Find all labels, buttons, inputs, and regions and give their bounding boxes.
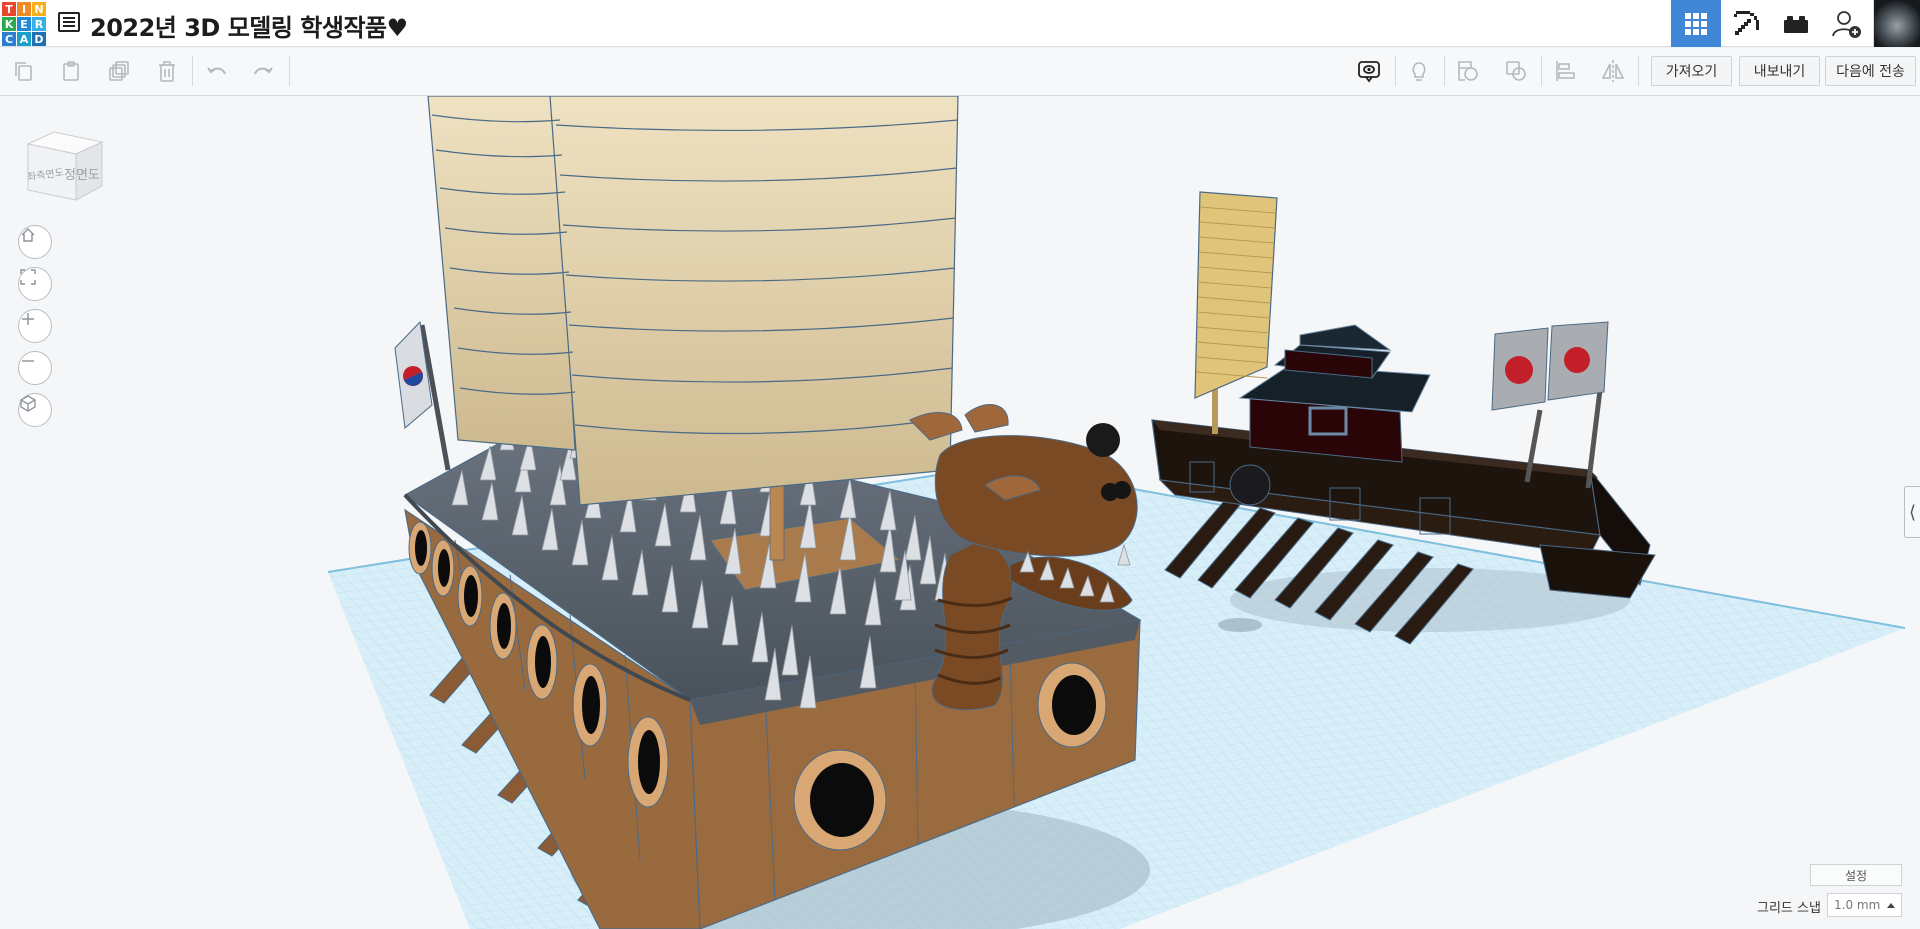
logo-letter: A bbox=[17, 32, 31, 46]
logo-letter: C bbox=[2, 32, 16, 46]
light-bulb-icon[interactable] bbox=[1396, 48, 1442, 94]
toolbar-divider bbox=[1638, 56, 1639, 86]
undo-icon[interactable] bbox=[194, 48, 240, 94]
view-cube[interactable]: 좌측면도 정면도 bbox=[22, 128, 104, 208]
brick-icon[interactable] bbox=[1771, 0, 1821, 47]
design-title[interactable]: 2022년 3D 모델링 학생작품♥ bbox=[90, 8, 408, 43]
tinkercad-logo[interactable]: T I N K E R C A D bbox=[2, 2, 46, 46]
viewcube-front-face[interactable]: 정면도 bbox=[64, 164, 100, 183]
panel-collapse-chevron-icon[interactable]: ⟨ bbox=[1904, 486, 1920, 538]
grid-view-icon[interactable] bbox=[1671, 0, 1721, 47]
align-icon[interactable] bbox=[1542, 48, 1588, 94]
redo-icon[interactable] bbox=[240, 48, 286, 94]
solid-shape-icon[interactable] bbox=[1445, 48, 1491, 94]
send-to-button[interactable]: 다음에 전송 bbox=[1825, 56, 1916, 86]
avatar[interactable] bbox=[1873, 0, 1920, 47]
export-button[interactable]: 내보내기 bbox=[1739, 56, 1820, 86]
zoom-out-icon[interactable] bbox=[18, 351, 52, 385]
logo-letter: N bbox=[32, 2, 46, 16]
grid-snap-select[interactable]: 1.0 mm bbox=[1827, 893, 1902, 917]
paste-icon[interactable] bbox=[48, 48, 94, 94]
logo-letter: I bbox=[17, 2, 31, 16]
ship-shadow bbox=[1218, 618, 1262, 632]
caret-up-icon bbox=[1887, 903, 1895, 908]
design-list-icon[interactable] bbox=[58, 12, 80, 32]
zoom-in-icon[interactable] bbox=[18, 309, 52, 343]
copy-icon[interactable] bbox=[0, 48, 46, 94]
ship-sails bbox=[427, 96, 959, 506]
delete-icon[interactable] bbox=[144, 48, 190, 94]
toolbar-divider bbox=[289, 56, 290, 86]
workplane-viewport[interactable]: 좌측면도 정면도 ⟨ 설정 그리드 스냅 1.0 mm bbox=[0, 96, 1920, 929]
group-icon[interactable] bbox=[1493, 48, 1539, 94]
logo-letter: E bbox=[17, 17, 31, 31]
scene-3d[interactable] bbox=[0, 96, 1920, 929]
settings-button[interactable]: 설정 bbox=[1810, 864, 1902, 886]
add-user-icon[interactable] bbox=[1821, 0, 1871, 47]
home-icon[interactable] bbox=[18, 225, 52, 259]
import-button[interactable]: 가져오기 bbox=[1651, 56, 1732, 86]
grid-snap-label: 그리드 스냅 bbox=[1757, 901, 1821, 916]
logo-letter: R bbox=[32, 17, 46, 31]
duplicate-icon[interactable] bbox=[96, 48, 142, 94]
logo-letter: K bbox=[2, 17, 16, 31]
toolbar-divider bbox=[192, 56, 193, 86]
pickaxe-icon[interactable] bbox=[1721, 0, 1771, 47]
fit-view-icon[interactable] bbox=[18, 267, 52, 301]
ortho-view-icon[interactable] bbox=[18, 393, 52, 427]
grid-snap-value: 1.0 mm bbox=[1834, 898, 1881, 912]
tinkercad-editor: T I N K E R C A D 2022년 3D 모델링 학생작품♥ 가져오… bbox=[0, 0, 1920, 929]
edit-toolbar: 가져오기 내보내기 다음에 전송 bbox=[0, 48, 1920, 96]
mirror-icon[interactable] bbox=[1590, 48, 1636, 94]
top-bar: T I N K E R C A D 2022년 3D 모델링 학생작품♥ bbox=[0, 0, 1920, 47]
notes-icon[interactable] bbox=[1346, 48, 1392, 94]
logo-letter: T bbox=[2, 2, 16, 16]
logo-letter: D bbox=[32, 32, 46, 46]
